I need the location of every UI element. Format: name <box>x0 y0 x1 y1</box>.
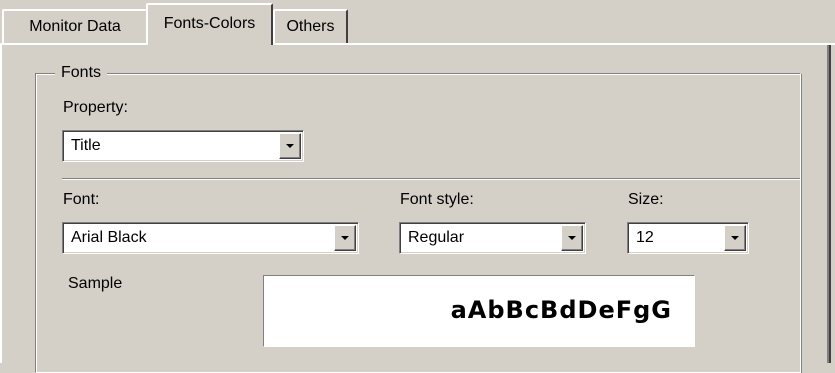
chevron-down-icon <box>341 236 349 240</box>
font-dropdown-button[interactable] <box>334 225 356 251</box>
fonts-group-title: Fonts <box>55 62 108 84</box>
property-label: Property: <box>63 99 128 116</box>
tab-monitor-data-label: Monitor Data <box>29 18 121 35</box>
size-dropdown-button[interactable] <box>724 225 746 251</box>
sample-preview-box: aAbBcBdDeFgG <box>263 275 695 347</box>
panel-left-edge <box>0 43 2 363</box>
sample-preview-text: aAbBcBdDeFgG <box>450 296 672 324</box>
property-dropdown-button[interactable] <box>279 133 301 159</box>
tab-fonts-colors[interactable]: Fonts-Colors <box>146 3 273 45</box>
property-value: Title <box>71 137 101 154</box>
size-dropdown[interactable]: 12 <box>627 222 749 254</box>
panel-right-edge-dark <box>829 43 831 363</box>
chevron-down-icon <box>568 236 576 240</box>
tab-others-label: Others <box>286 18 335 35</box>
font-value: Arial Black <box>71 229 147 246</box>
font-style-dropdown-button[interactable] <box>561 225 583 251</box>
property-dropdown[interactable]: Title <box>62 130 304 162</box>
font-style-value: Regular <box>408 229 465 246</box>
size-label: Size: <box>628 191 664 208</box>
tab-baseline <box>0 43 835 45</box>
size-value: 12 <box>636 229 654 246</box>
font-label: Font: <box>63 191 100 208</box>
tab-fonts-colors-label: Fonts-Colors <box>163 15 256 32</box>
sample-label: Sample <box>68 275 123 292</box>
chevron-down-icon <box>286 144 294 148</box>
font-style-label: Font style: <box>400 191 474 208</box>
tab-others[interactable]: Others <box>273 9 348 44</box>
chevron-down-icon <box>731 236 739 240</box>
font-style-dropdown[interactable]: Regular <box>399 222 586 254</box>
tab-monitor-data[interactable]: Monitor Data <box>2 9 148 44</box>
fonts-separator <box>62 178 800 180</box>
tab-strip: Monitor Data Fonts-Colors Others <box>0 0 835 45</box>
font-dropdown[interactable]: Arial Black <box>62 222 359 254</box>
